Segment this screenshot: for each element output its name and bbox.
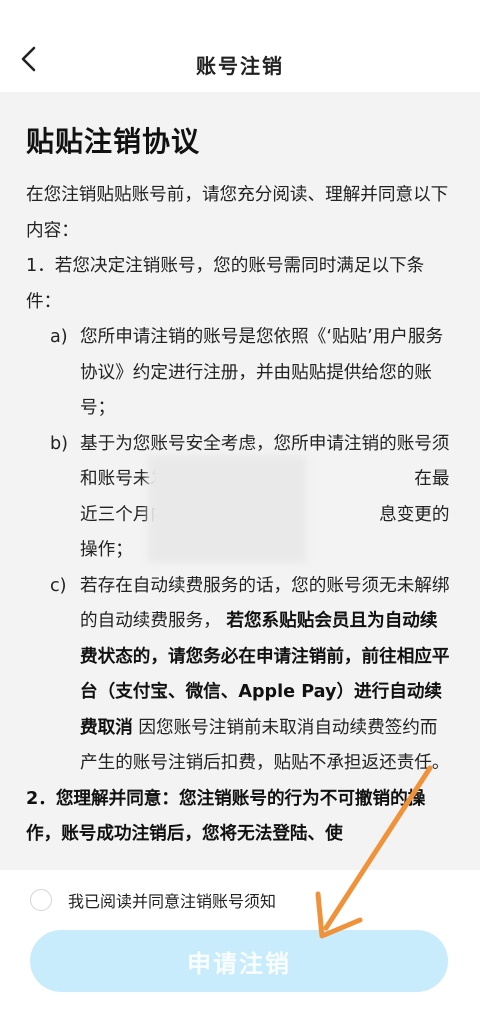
agreement-intro: 在您注销贴贴账号前，请您充分阅读、理解并同意以下内容： (26, 185, 449, 241)
clause-1-item-c: c) 若存在自动续费服务的话，您的账号须无未解绑的自动续费服务， 若您系贴贴会员… (26, 569, 454, 782)
bottom-action-area: 我已阅读并同意注销账号须知 申请注销 (0, 870, 480, 1013)
navigation-bar: 账号注销 (0, 0, 480, 92)
agree-checkbox-row[interactable]: 我已阅读并同意注销账号须知 (30, 886, 276, 914)
item-c-text-2: 因您账号注销前未取消自动续费签约而产生的账号注销后扣费，贴贴不承担返还责任。 (80, 717, 450, 774)
clause-1: 1．若您决定注销账号，您的账号需同时满足以下条件： (26, 256, 425, 312)
item-a-mark: a) (50, 327, 68, 347)
agree-label: 我已阅读并同意注销账号须知 (68, 892, 277, 911)
item-a-text: 您所申请注销的账号是您依照《‘贴贴’用户服务协议》约定进行注册，并由贴贴提供给您… (80, 327, 444, 418)
apply-button-label: 申请注销 (187, 950, 291, 978)
blurred-redaction (148, 455, 306, 563)
apply-cancel-account-button[interactable]: 申请注销 (30, 930, 448, 992)
clause-2: 2．您理解并同意：您注销账号的行为不可撤销的操作，账号成功注销后，您将无法登陆、… (26, 788, 426, 845)
item-c-mark: c) (50, 575, 67, 596)
item-b-mark: b) (50, 433, 69, 454)
agree-radio-icon[interactable] (30, 889, 52, 911)
agreement-title: 贴贴注销协议 (26, 125, 201, 158)
clause-1-item-a: a) 您所申请注销的账号是您依照《‘贴贴’用户服务协议》约定进行注册，并由贴贴提… (26, 320, 454, 427)
page-title: 账号注销 (196, 54, 284, 78)
